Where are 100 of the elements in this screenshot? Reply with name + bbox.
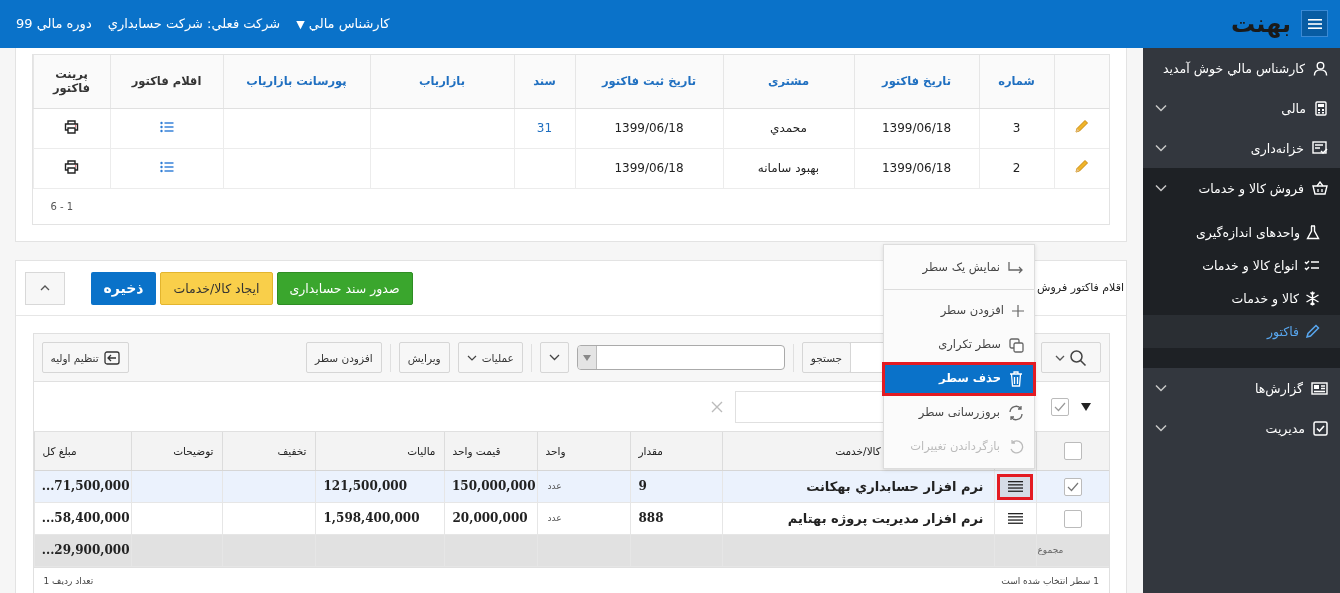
column-header: قیمت واحد [444,432,537,471]
edit-icon[interactable] [1074,119,1090,135]
row-count: تعداد ردیف 1 [43,575,94,587]
newspaper-icon [1311,381,1328,395]
reset-icon [103,350,120,365]
chevron-down-icon [1155,424,1167,432]
copy-icon [1009,337,1024,353]
sidebar-subitem[interactable]: فاکتور [1143,315,1340,348]
table-cell: 29,900,000... [34,534,131,567]
sidebar-item[interactable]: گزارش‌ها [1143,368,1340,408]
lines-icon [1007,481,1023,492]
table-cell: 1,598,400,000 [315,502,444,535]
table-cell: 71,500,000... [34,470,131,503]
column-header: مقدار [630,432,722,471]
list-icon[interactable] [159,160,174,173]
action-button[interactable]: ذخیره [90,271,157,305]
row-checkbox[interactable] [1063,477,1082,496]
table-cell: 2 [979,148,1054,189]
column-header: پرینت فاکتور [33,55,110,109]
row-menu-button[interactable] [997,473,1033,500]
column-header[interactable]: تاریخ فاکتور [854,55,979,109]
edit-icon[interactable] [1074,159,1090,175]
calculator-icon [1314,100,1328,116]
checklist-icon [1304,259,1320,272]
return-arrow-icon [1008,261,1024,275]
column-header: واحد [537,432,630,471]
print-icon[interactable] [64,159,79,174]
lines-icon [1007,513,1023,524]
menu-item[interactable]: افزودن سطر [884,294,1034,328]
menu-item[interactable]: حذف سطر [882,362,1036,396]
table-cell: عدد [537,470,630,503]
pencil-icon [1305,324,1320,339]
expand-arrow-icon[interactable] [1081,402,1091,411]
add-row-button[interactable]: افزودن سطر [305,342,382,373]
column-header: اقلام فاکتور [110,55,223,109]
table-cell: 1399/06/18 [854,148,979,189]
chevron-down-icon [1055,354,1065,361]
column-header[interactable]: سند [514,55,575,109]
undo-icon [1008,439,1024,455]
edit-button[interactable]: ویرایش [398,342,450,373]
refresh-icon [1008,405,1024,421]
sidebar-item[interactable]: فروش کالا و خدمات [1143,168,1340,208]
column-header: مالیات [315,432,444,471]
menu-icon [1307,18,1322,30]
search-options-button[interactable] [1041,342,1101,373]
column-header[interactable]: پورسانت بازاریاب [223,55,370,109]
column-header[interactable]: تاریخ ثبت فاکتور [575,55,723,109]
column-header: مبلغ کل [34,432,131,471]
table-cell: نرم افزار مديريت پروژه بهتايم [722,502,994,535]
sidebar-subitem[interactable]: واحدهای اندازه‌گیری [1143,216,1340,249]
table-cell: 150,000,000 [444,470,537,503]
dropdown-arrow-icon [582,354,591,361]
table-cell: بهبود سامانه [723,148,854,189]
table-cell: 121,500,000 [315,470,444,503]
column-header[interactable]: مشتری [723,55,854,109]
chevron-down-icon [1155,184,1167,192]
list-icon[interactable] [159,120,174,133]
logo: بهنت [1230,9,1291,39]
table-cell: 1399/06/18 [575,148,723,189]
trash-icon [1009,371,1023,387]
sidebar-item[interactable]: مدیریت [1143,408,1340,448]
column-header[interactable]: بازاریاب [370,55,514,109]
search-icon [1069,348,1087,367]
dropdown-button[interactable] [539,342,569,373]
menu-button[interactable] [1301,10,1328,38]
chevron-down-icon [1155,104,1167,112]
welcome-text: كارشناس مالي خوش آمديد [1163,60,1305,76]
sidebar-subitem[interactable]: کالا و خدمات [1143,282,1340,315]
plus-icon [1012,305,1024,317]
table-cell: نرم افزار حسابداري بهكانت [722,470,994,503]
chevron-up-icon [39,285,50,291]
column-header: تخفیف [222,432,315,471]
print-icon[interactable] [64,119,79,134]
checkbox-icon [1313,420,1328,436]
checkbox[interactable] [1051,397,1069,416]
column-header: توضیحات [131,432,222,471]
user-role-menu[interactable]: كارشناس مالي ▼ [296,16,390,32]
snowflake-icon [1305,291,1320,306]
table-cell: 3 [979,108,1054,149]
column-header[interactable]: شماره [979,55,1054,109]
sidebar-item[interactable]: مالی [1143,88,1340,128]
search-button[interactable]: جستجو [801,342,851,373]
menu-item[interactable]: بروزرسانی سطر [884,396,1034,430]
panel-title: اقلام فاكتور فروش [1037,281,1125,295]
filter-combobox[interactable] [576,345,785,370]
menu-item[interactable]: نمایش یک سطر [884,251,1034,285]
row-checkbox[interactable] [1063,509,1082,528]
table-cell: محمدي [723,108,854,149]
document-link[interactable]: 31 [536,121,553,136]
current-company: شركت فعلي: شركت حسابداري [107,16,281,32]
operations-button[interactable]: عملیات [457,342,523,373]
sidebar-item[interactable]: خزانه‌داری [1143,128,1340,168]
financial-period: دوره مالي 99 [16,16,92,32]
reset-button[interactable]: تنظیم اولیه [41,342,129,373]
flask-icon [1306,225,1320,240]
select-all-checkbox[interactable] [1063,442,1082,460]
chevron-down-icon [1155,144,1167,152]
sidebar-subitem[interactable]: انواع کالا و خدمات [1143,249,1340,282]
menu-item[interactable]: سطر تکراری [884,328,1034,362]
action-button[interactable]: ایجاد کالا/خدمات [160,271,273,305]
